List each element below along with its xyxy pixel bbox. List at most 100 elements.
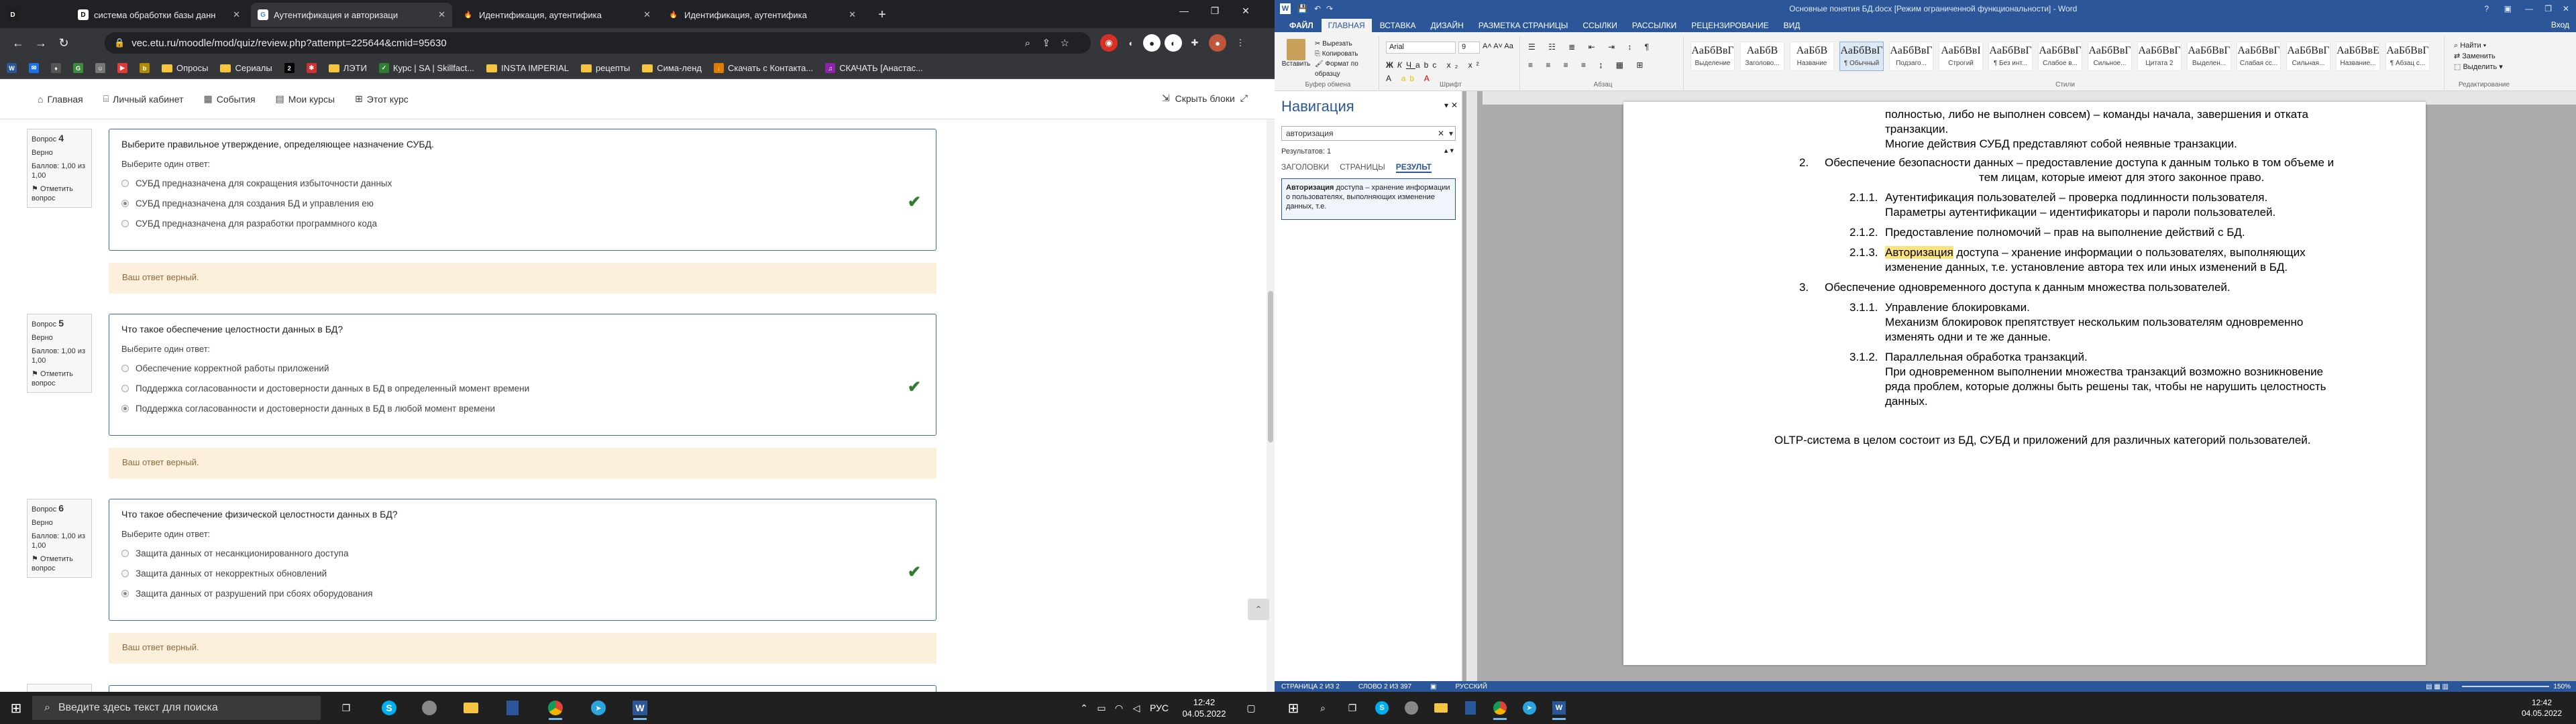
file-explorer-icon[interactable] — [1428, 696, 1454, 720]
ribbon-options-icon[interactable]: ▣ — [2504, 4, 2512, 13]
bookmark-item[interactable]: ↓ Скачать с Контакта... — [714, 63, 813, 73]
star-icon[interactable]: ☆ — [1061, 37, 1069, 49]
flag-question-link[interactable]: ⚑ Отметить вопрос — [32, 369, 87, 388]
style-item[interactable]: АаБбВвЕ Название... — [2336, 42, 2380, 71]
extension-icon[interactable]: ◐ — [1165, 34, 1182, 52]
style-item[interactable]: АаБбВвГ ¶ Абзац с... — [2385, 42, 2430, 71]
extension-icon[interactable]: ◉ — [1100, 34, 1118, 52]
input-language[interactable]: РУС — [1147, 692, 1171, 724]
close-icon[interactable]: ✕ — [233, 9, 240, 20]
zoom-slider[interactable] — [2462, 686, 2549, 687]
clock[interactable]: 12:42 04.05.2022 — [2518, 692, 2565, 724]
new-tab-button[interactable]: + — [872, 3, 892, 27]
nav-this-course[interactable]: ⊞ Этот курс — [355, 93, 409, 105]
tab-home[interactable]: ГЛАВНАЯ — [1321, 19, 1372, 32]
save-icon[interactable]: 💾 — [1297, 4, 1307, 13]
result-nav-arrows[interactable]: ▴ ▾ — [1444, 146, 1454, 155]
flag-question-link[interactable]: ⚑ Отметить вопрос — [32, 554, 87, 573]
style-item[interactable]: АаБбВвГ Выделение — [1690, 42, 1735, 71]
bookmark-item[interactable]: Сима-ленд — [642, 63, 702, 73]
style-item[interactable]: АаБбВвГ Слабое в... — [2038, 42, 2082, 71]
bookmark-item[interactable]: ☺ — [95, 63, 105, 73]
paste-button[interactable]: Вставить — [1281, 39, 1311, 68]
select-button[interactable]: ⬚ Выделить ▾ — [2454, 62, 2503, 72]
bookmark-item[interactable]: W — [7, 63, 17, 73]
align-buttons[interactable]: ≡ ≡ ≡ ≡ ↨ ▦ ⊞ — [1528, 60, 1648, 70]
style-item[interactable]: АаБбВвГ Выделен... — [2187, 42, 2231, 71]
skype-icon[interactable]: S — [1368, 696, 1395, 720]
scrollbar-thumb[interactable] — [1268, 291, 1273, 442]
record-icon[interactable]: ● — [1143, 34, 1161, 52]
minimize-icon[interactable]: — — [1169, 0, 1199, 21]
tab-file[interactable]: ФАЙЛ — [1283, 19, 1320, 32]
task-view-icon[interactable]: ❐ — [333, 696, 360, 720]
tab-insert[interactable]: ВСТАВКА — [1373, 19, 1423, 32]
chrome-icon[interactable] — [1487, 696, 1513, 720]
nav-events[interactable]: ▦ События — [204, 93, 256, 105]
volume-icon[interactable]: ◁ — [1128, 692, 1144, 724]
windows-start-icon[interactable]: ⊞ — [1280, 696, 1307, 720]
expand-icon[interactable]: ⤢ — [1240, 93, 1248, 104]
style-item[interactable]: АаБбВвГ Сильное... — [2088, 42, 2132, 71]
audio-icon[interactable]: ◖ — [1122, 34, 1139, 52]
style-item[interactable]: АаБбВвГ Сильная... — [2286, 42, 2330, 71]
tab-search-button[interactable]: D — [3, 3, 23, 27]
page-count[interactable]: СТРАНИЦА 2 ИЗ 2 — [1281, 683, 1340, 690]
style-item[interactable]: АаБбВвГ Подзаго... — [1889, 42, 1933, 71]
tab-1[interactable]: D система обработки базы данн ✕ — [71, 3, 247, 27]
notifications-icon[interactable]: ▢ — [1241, 692, 1261, 724]
back-icon[interactable]: ← — [7, 32, 30, 54]
nav-my-courses[interactable]: ▤ Мои курсы — [276, 93, 335, 105]
show-desktop-button[interactable] — [2567, 692, 2575, 724]
app-icon[interactable] — [416, 696, 443, 720]
calculator-icon[interactable] — [1457, 696, 1484, 720]
view-buttons[interactable]: ▤ ▦ ▥ — [2426, 683, 2449, 690]
word-icon[interactable]: W — [1546, 696, 1572, 720]
telegram-icon[interactable]: ➤ — [585, 696, 612, 720]
tab-references[interactable]: ССЫЛКИ — [1576, 19, 1623, 32]
share-icon[interactable]: ⇪ — [1042, 37, 1051, 49]
bookmark-item[interactable]: ✉ — [29, 63, 39, 73]
close-icon[interactable]: ✕ — [849, 9, 856, 20]
taskbar-search-input[interactable]: ⌕ Введите здесь текст для поиска — [32, 696, 321, 720]
bookmark-item[interactable]: 2 — [284, 63, 294, 73]
tab-review[interactable]: РЕЦЕНЗИРОВАНИЕ — [1684, 19, 1775, 32]
file-explorer-icon[interactable] — [458, 696, 484, 720]
grow-font-icon[interactable]: A˄ A˅ Aa — [1483, 42, 1513, 50]
word-icon[interactable]: W — [627, 696, 653, 720]
puzzle-icon[interactable]: ✚ — [1186, 34, 1203, 52]
style-item[interactable]: АаБбВ Название — [1790, 42, 1834, 71]
document-page[interactable]: полностью, либо не выполнен совсем) – ко… — [1623, 102, 2426, 665]
style-item[interactable]: АаБбВвГ Цитата 2 — [2137, 42, 2182, 71]
search-icon[interactable]: ⌕ — [1025, 38, 1030, 49]
bookmark-item[interactable]: ✓ Курс | SA | Skillfact... — [378, 63, 474, 73]
calculator-icon[interactable] — [499, 696, 526, 720]
avatar[interactable]: ● — [1209, 34, 1226, 52]
tab-pages[interactable]: СТРАНИЦЫ — [1340, 162, 1385, 173]
telegram-icon[interactable]: ➤ — [1516, 696, 1543, 720]
bookmark-item[interactable]: рецепты — [580, 63, 630, 73]
scroll-to-top-button[interactable]: ⌃ — [1248, 599, 1269, 620]
cut-button[interactable]: ✂ Вырезать — [1315, 39, 1379, 49]
undo-icon[interactable]: ↶ — [1314, 4, 1321, 13]
style-item[interactable]: АаБбВвГ Слабая сс... — [2237, 42, 2281, 71]
close-window-icon[interactable]: ✕ — [1230, 0, 1261, 21]
redo-icon[interactable]: ↷ — [1326, 4, 1333, 13]
tab-2-active[interactable]: G Аутентификация и авторизаци ✕ — [251, 3, 452, 27]
bookmark-item[interactable]: Сериалы — [220, 63, 272, 73]
bookmark-item[interactable]: G — [73, 63, 83, 73]
flag-question-link[interactable]: ⚑ Отметить вопрос — [32, 184, 87, 203]
tab-design[interactable]: ДИЗАЙН — [1424, 19, 1470, 32]
find-button[interactable]: ⌕ Найти ▾ — [2454, 40, 2503, 51]
navigation-search-input[interactable]: авторизация ✕ ▾ — [1281, 126, 1456, 141]
close-window-icon[interactable]: ✕ — [2563, 4, 2569, 13]
bookmark-item[interactable]: b — [140, 63, 150, 73]
search-icon[interactable]: ⌕ — [1309, 696, 1336, 720]
app-icon[interactable] — [1398, 696, 1425, 720]
bookmark-item[interactable]: ▶ — [117, 63, 127, 73]
maximize-icon[interactable]: ❐ — [1199, 0, 1230, 21]
tab-4[interactable]: 🔥 Идентификация, аутентифика ✕ — [661, 3, 863, 27]
style-item[interactable]: АаБбВвГ ¶ Обычный — [1839, 42, 1884, 71]
bookmark-item[interactable]: ✱ — [306, 63, 317, 73]
tab-3[interactable]: 🔥 Идентификация, аутентифика ✕ — [456, 3, 657, 27]
